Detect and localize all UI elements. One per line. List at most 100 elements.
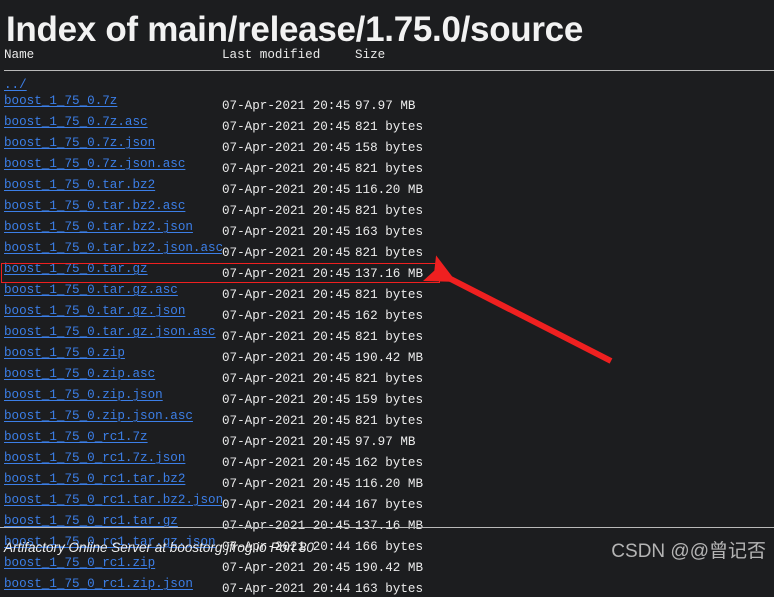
- column-header-size: Size: [355, 48, 386, 62]
- cell-last-modified: 07-Apr-2021 20:45: [222, 456, 351, 470]
- file-link[interactable]: boost_1_75_0.zip.json.asc: [4, 409, 193, 423]
- cell-last-modified: 07-Apr-2021 20:45: [222, 330, 351, 344]
- cell-name: boost_1_75_0.tar.gz.json: [4, 303, 222, 319]
- file-link[interactable]: boost_1_75_0.tar.gz.json.asc: [4, 325, 216, 339]
- directory-index-page: Index of main/release/1.75.0/source Name…: [0, 0, 774, 596]
- cell-name: boost_1_75_0.zip: [4, 345, 222, 361]
- listing-header-row: Name Last modified Size: [4, 26, 385, 62]
- table-row: boost_1_75_0.zip.json.asc 07-Apr-2021 20:…: [4, 409, 465, 428]
- cell-name: boost_1_75_0.7z.asc: [4, 114, 222, 130]
- column-header-name: Name: [4, 48, 35, 62]
- file-link[interactable]: boost_1_75_0.7z: [4, 94, 117, 108]
- cell-size: 116.20 MB: [355, 183, 424, 197]
- cell-last-modified: 07-Apr-2021 20:45: [222, 414, 351, 428]
- cell-name: boost_1_75_0_rc1.tar.bz2: [4, 471, 222, 487]
- file-link[interactable]: boost_1_75_0.tar.gz: [4, 262, 148, 276]
- cell-size: 163 bytes: [355, 225, 424, 239]
- cell-size: 190.42 MB: [355, 351, 424, 365]
- table-row: boost_1_75_0.tar.gz.json 07-Apr-2021 20:4…: [4, 304, 465, 323]
- file-link[interactable]: boost_1_75_0.zip.asc: [4, 367, 155, 381]
- cell-last-modified: 07-Apr-2021 20:44: [222, 582, 351, 596]
- file-link[interactable]: boost_1_75_0_rc1.tar.gz: [4, 514, 178, 528]
- file-link[interactable]: boost_1_75_0_rc1.tar.bz2.json: [4, 493, 222, 507]
- cell-name: boost_1_75_0.tar.gz.json.asc: [4, 324, 222, 340]
- cell-last-modified: 07-Apr-2021 20:45: [222, 372, 351, 386]
- file-link[interactable]: boost_1_75_0_rc1.zip.json: [4, 577, 193, 591]
- cell-size: 137.16 MB: [355, 267, 424, 281]
- table-row: boost_1_75_0.7z.json.asc 07-Apr-2021 20:4…: [4, 157, 465, 176]
- cell-size: 97.97 MB: [355, 99, 416, 113]
- cell-last-modified: 07-Apr-2021 20:45: [222, 204, 351, 218]
- file-link[interactable]: boost_1_75_0.tar.bz2.json.asc: [4, 241, 222, 255]
- file-link[interactable]: boost_1_75_0_rc1.7z.json: [4, 451, 185, 465]
- table-row: boost_1_75_0.tar.bz2.json 07-Apr-2021 20:…: [4, 220, 465, 239]
- table-row: boost_1_75_0.zip.json 07-Apr-2021 20:45 15…: [4, 388, 465, 407]
- table-row: boost_1_75_0.zip.asc 07-Apr-2021 20:45 821…: [4, 367, 465, 386]
- file-link[interactable]: boost_1_75_0.tar.gz.json: [4, 304, 185, 318]
- file-link[interactable]: boost_1_75_0_rc1.tar.bz2: [4, 472, 185, 486]
- table-row: boost_1_75_0.tar.gz.json.asc 07-Apr-2021 …: [4, 325, 465, 344]
- cell-name: boost_1_75_0.tar.bz2.json.asc: [4, 240, 222, 256]
- cell-name: boost_1_75_0.tar.bz2: [4, 177, 222, 193]
- table-row: boost_1_75_0.7z.asc 07-Apr-2021 20:45 821 …: [4, 115, 465, 134]
- file-link[interactable]: boost_1_75_0.7z.json.asc: [4, 157, 185, 171]
- file-link[interactable]: boost_1_75_0.zip: [4, 346, 125, 360]
- table-row: boost_1_75_0.tar.gz.asc 07-Apr-2021 20:45…: [4, 283, 465, 302]
- file-link[interactable]: boost_1_75_0.tar.bz2: [4, 178, 155, 192]
- cell-size: 158 bytes: [355, 141, 424, 155]
- page-footer: Artifactory Online Server at boostorg.jf…: [0, 527, 774, 573]
- list-item-parent-directory: ../: [4, 78, 27, 92]
- cell-name: boost_1_75_0_rc1.7z.json: [4, 450, 222, 466]
- cell-last-modified: 07-Apr-2021 20:45: [222, 141, 351, 155]
- cell-last-modified: 07-Apr-2021 20:45: [222, 225, 351, 239]
- table-row: boost_1_75_0.zip 07-Apr-2021 20:45 190.42 …: [4, 346, 465, 365]
- cell-size: 97.97 MB: [355, 435, 416, 449]
- cell-size: 821 bytes: [355, 288, 424, 302]
- cell-last-modified: 07-Apr-2021 20:45: [222, 288, 351, 302]
- file-link[interactable]: boost_1_75_0.tar.bz2.asc: [4, 199, 185, 213]
- column-header-last-modified: Last modified: [222, 48, 321, 62]
- file-link[interactable]: boost_1_75_0.7z.json: [4, 136, 155, 150]
- cell-last-modified: 07-Apr-2021 20:45: [222, 162, 351, 176]
- file-link[interactable]: boost_1_75_0_rc1.7z: [4, 430, 148, 444]
- table-row: boost_1_75_0_rc1.zip.json 07-Apr-2021 20:…: [4, 577, 465, 596]
- table-row: boost_1_75_0_rc1.tar.bz2.json07-Apr-2021…: [4, 493, 465, 512]
- file-link[interactable]: boost_1_75_0.tar.bz2.json: [4, 220, 193, 234]
- cell-name: boost_1_75_0.tar.bz2.asc: [4, 198, 222, 214]
- table-row: boost_1_75_0.7z 07-Apr-2021 20:45 97.97 MB: [4, 94, 465, 113]
- cell-name: boost_1_75_0.tar.gz.asc: [4, 282, 222, 298]
- cell-last-modified: 07-Apr-2021 20:45: [222, 267, 351, 281]
- cell-name: boost_1_75_0_rc1.zip.json: [4, 576, 222, 592]
- cell-last-modified: 07-Apr-2021 20:45: [222, 477, 351, 491]
- cell-name: boost_1_75_0.zip.json.asc: [4, 408, 222, 424]
- file-link[interactable]: boost_1_75_0.7z.asc: [4, 115, 148, 129]
- cell-last-modified: 07-Apr-2021 20:45: [222, 99, 351, 113]
- cell-last-modified: 07-Apr-2021 20:45: [222, 309, 351, 323]
- cell-last-modified: 07-Apr-2021 20:45: [222, 183, 351, 197]
- cell-name: boost_1_75_0_rc1.7z: [4, 429, 222, 445]
- file-link[interactable]: boost_1_75_0.zip.json: [4, 388, 163, 402]
- cell-size: 821 bytes: [355, 120, 424, 134]
- cell-name: boost_1_75_0.7z.json: [4, 135, 222, 151]
- cell-name: boost_1_75_0.7z.json.asc: [4, 156, 222, 172]
- file-link[interactable]: boost_1_75_0.tar.gz.asc: [4, 283, 178, 297]
- table-row: boost_1_75_0_rc1.7z.json 07-Apr-2021 20:4…: [4, 451, 465, 470]
- cell-size: 821 bytes: [355, 246, 424, 260]
- cell-size: 162 bytes: [355, 309, 424, 323]
- file-rows: ../ boost_1_75_0.7z 07-Apr-2021 20:45 97.9…: [4, 78, 465, 596]
- cell-name: boost_1_75_0_rc1.tar.bz2.json: [4, 492, 222, 508]
- file-listing: Name Last modified Size ../ boost_1_75_0.7z…: [0, 47, 774, 597]
- cell-last-modified: 07-Apr-2021 20:45: [222, 120, 351, 134]
- cell-size: 821 bytes: [355, 414, 424, 428]
- parent-directory-link[interactable]: ../: [4, 78, 27, 92]
- table-row: boost_1_75_0_rc1.tar.bz2 07-Apr-2021 20:4…: [4, 472, 465, 491]
- cell-last-modified: 07-Apr-2021 20:45: [222, 351, 351, 365]
- cell-last-modified: 07-Apr-2021 20:45: [222, 435, 351, 449]
- cell-size: 162 bytes: [355, 456, 424, 470]
- csdn-watermark: CSDN @@曾记否: [611, 541, 766, 562]
- cell-name: boost_1_75_0.zip.asc: [4, 366, 222, 382]
- cell-size: 821 bytes: [355, 204, 424, 218]
- table-row: boost_1_75_0.7z.json 07-Apr-2021 20:45 158…: [4, 136, 465, 155]
- cell-name: boost_1_75_0.zip.json: [4, 387, 222, 403]
- table-row: boost_1_75_0.tar.bz2.asc 07-Apr-2021 20:4…: [4, 199, 465, 218]
